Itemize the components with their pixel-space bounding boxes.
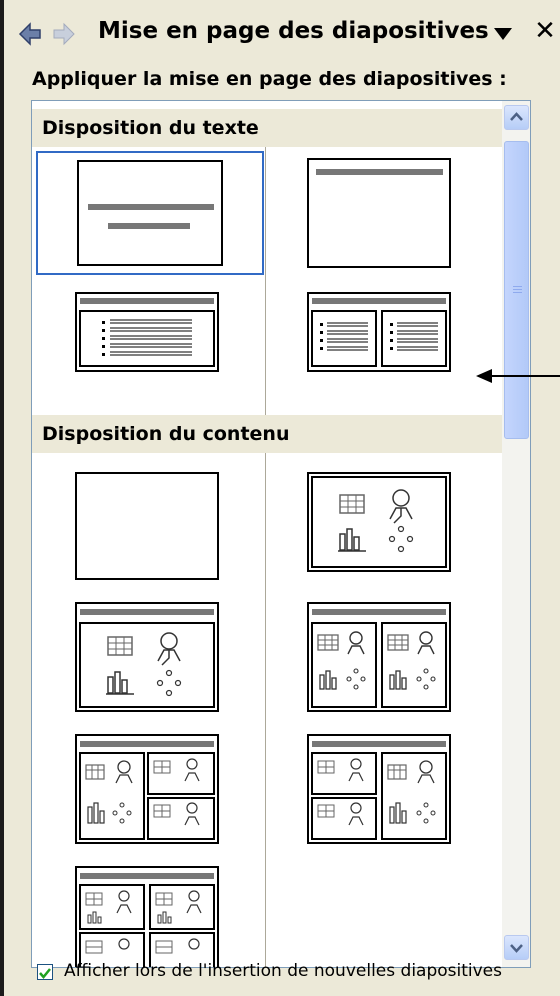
checkmark-icon: [39, 968, 51, 979]
close-icon[interactable]: ✕: [530, 16, 560, 46]
four-content-thumbnail-c: [75, 866, 219, 967]
title-slide-thumbnail: [77, 160, 223, 266]
four-content-thumbnail-a: [75, 734, 219, 844]
grip-line: [513, 286, 522, 287]
content-thumbnail: [307, 472, 451, 572]
table-icon: [339, 494, 365, 514]
forward-arrow-icon[interactable]: [52, 20, 76, 48]
chevron-up-icon: [510, 112, 523, 121]
back-arrow-icon[interactable]: [18, 20, 42, 48]
triangle-down-icon[interactable]: [492, 24, 514, 44]
layout-title-and-text[interactable]: [74, 291, 220, 373]
blank-thumbnail: [75, 472, 219, 580]
layout-blank[interactable]: [74, 471, 220, 581]
pane-title: Mise en page des diapositives: [98, 18, 489, 44]
four-content-thumbnail-b: [307, 734, 451, 844]
layout-title-only[interactable]: [306, 157, 452, 269]
layout-title-and-4-content-a[interactable]: [74, 733, 220, 845]
layout-gallery: Disposition du texte Disposition du cont…: [31, 100, 531, 968]
section-header-text-layouts: Disposition du texte: [32, 109, 502, 147]
title-and-2-content-thumbnail: [307, 602, 451, 712]
layout-title-and-4-content-c[interactable]: [74, 865, 220, 967]
scroll-thumb[interactable]: [504, 141, 529, 439]
vertical-scrollbar[interactable]: [502, 101, 530, 967]
apply-layout-label: Appliquer la mise en page des diapositiv…: [32, 68, 507, 90]
chevron-down-icon: [510, 944, 523, 953]
column-divider: [265, 453, 266, 967]
layout-title-and-4-content-b[interactable]: [306, 733, 452, 845]
annotation-arrow-icon: [476, 369, 560, 383]
grip-line: [513, 289, 522, 290]
show-on-insert-checkbox[interactable]: [37, 964, 53, 980]
section-header-content-layouts: Disposition du contenu: [32, 415, 502, 453]
show-on-insert-label[interactable]: Afficher lors de l'insertion de nouvelle…: [64, 961, 502, 981]
grip-line: [513, 292, 522, 293]
scroll-down-button[interactable]: [504, 935, 529, 960]
layout-title-and-2-content[interactable]: [306, 601, 452, 713]
column-divider: [265, 147, 266, 423]
layout-title-and-content[interactable]: [74, 601, 220, 713]
two-column-text-thumbnail: [307, 292, 451, 372]
window-edge: [0, 0, 4, 996]
layout-content[interactable]: [306, 471, 452, 573]
scroll-up-button[interactable]: [504, 105, 529, 130]
task-pane-header: Mise en page des diapositives ✕: [14, 14, 560, 54]
layout-title-and-2-column-text[interactable]: [306, 291, 452, 373]
layout-title-slide[interactable]: [36, 151, 264, 275]
title-only-thumbnail: [307, 158, 451, 268]
title-and-text-thumbnail: [75, 292, 219, 372]
title-and-content-thumbnail: [75, 602, 219, 712]
